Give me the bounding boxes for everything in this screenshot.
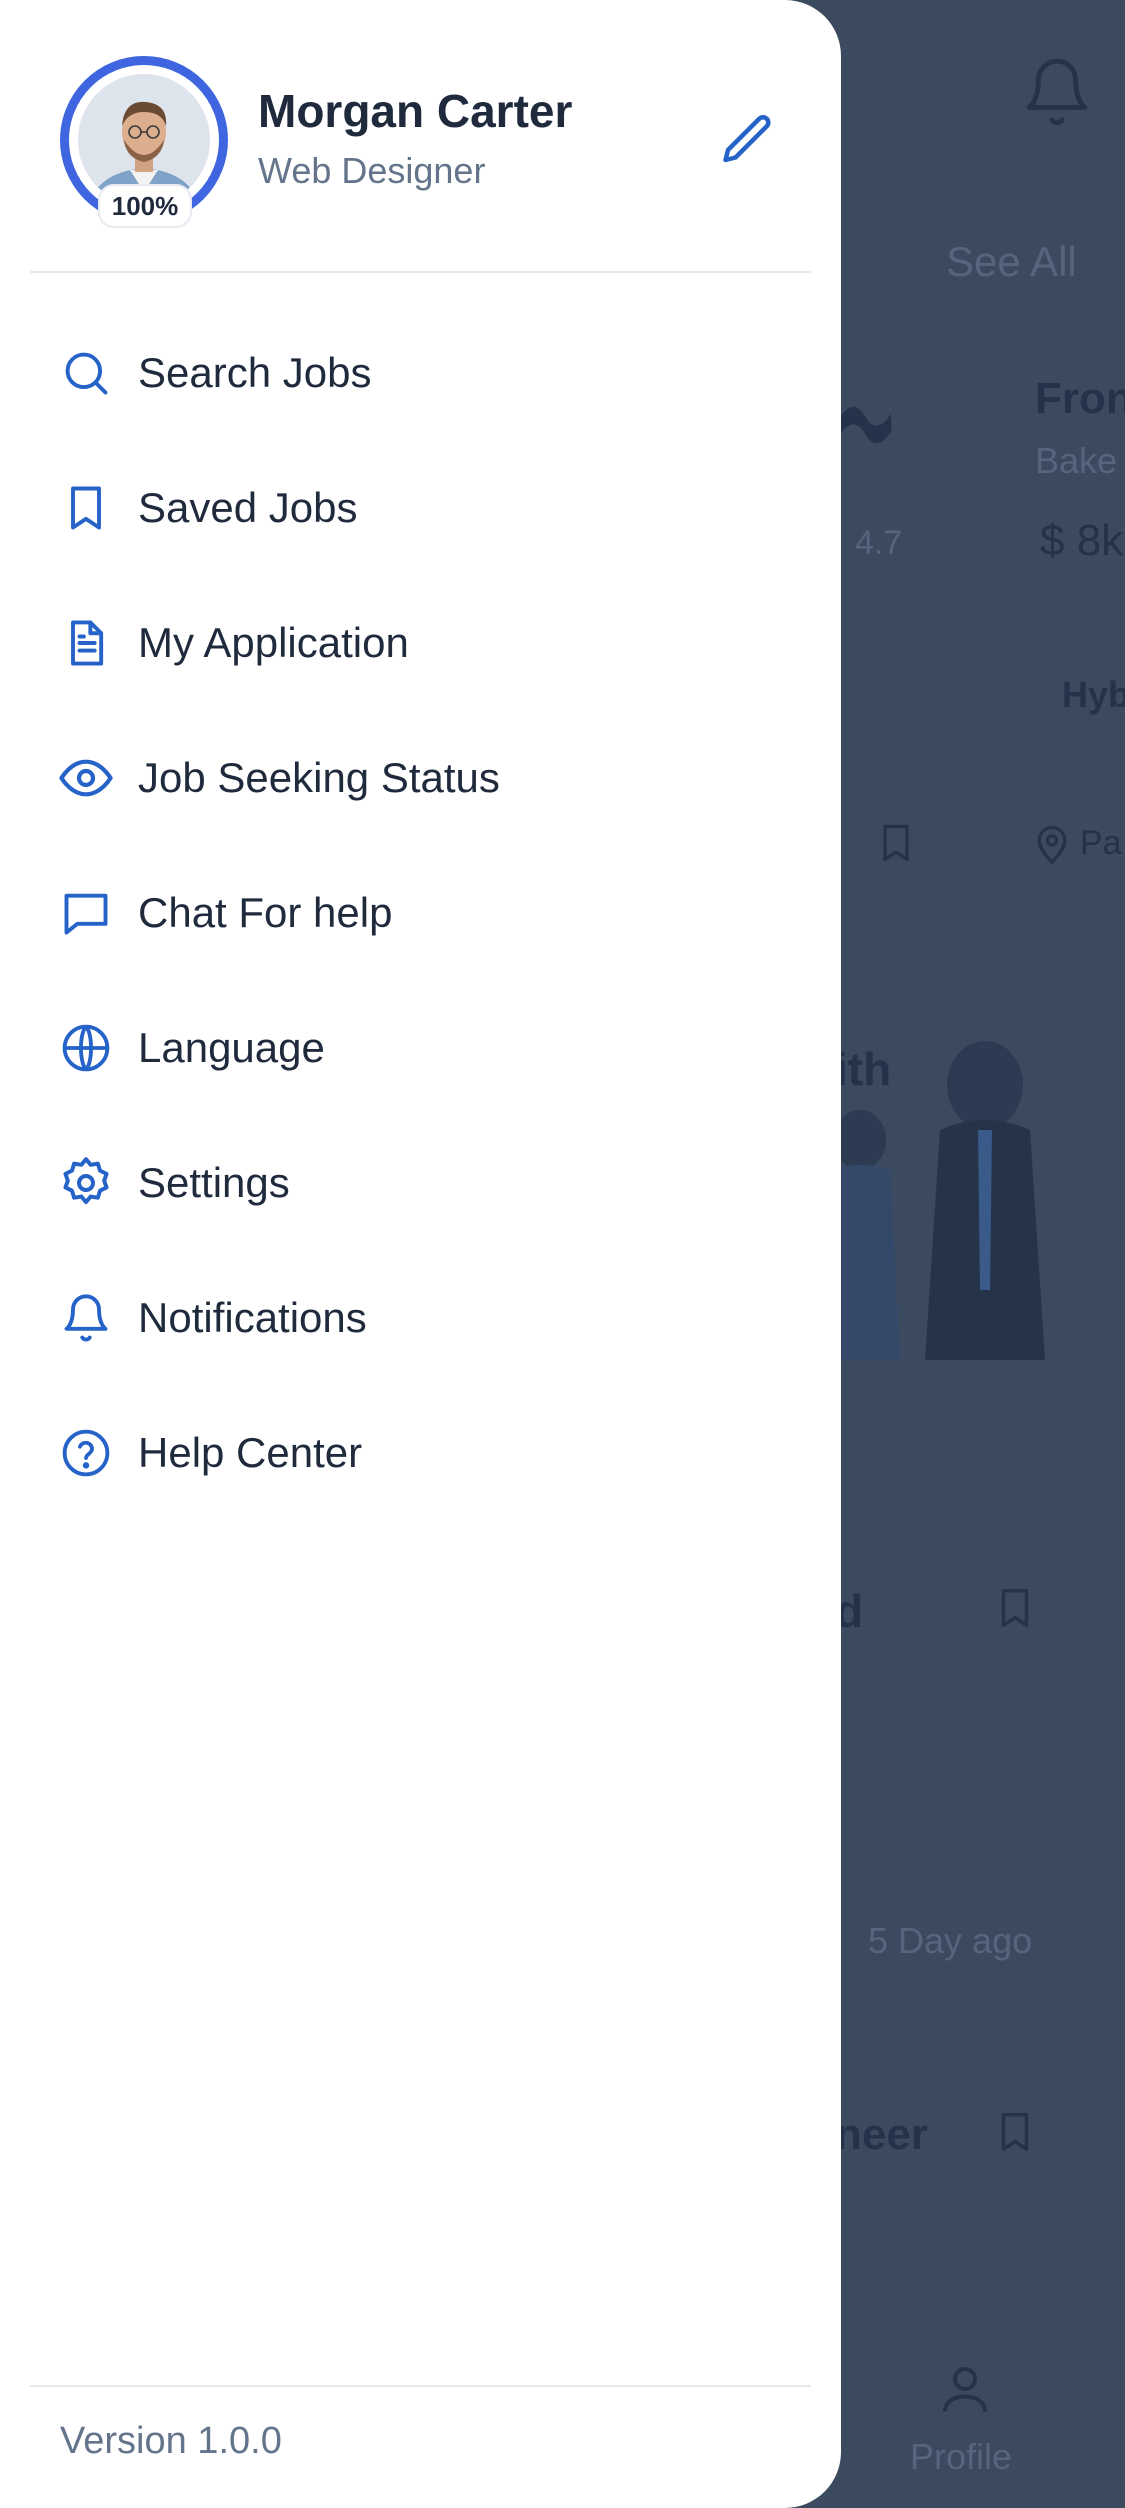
menu-item-label: My Application [138,618,409,666]
document-icon [58,615,114,671]
header-divider [30,271,811,273]
bell-icon [58,1290,114,1346]
nav-profile-label[interactable]: Profile [910,2436,1012,2478]
chat-icon [58,885,114,941]
menu-item-label: Language [138,1023,325,1071]
navigation-drawer: 100% Morgan Carter Web Designer Search J… [0,0,841,2508]
profile-avatar[interactable]: 100% [60,56,228,228]
menu-item-label: Help Center [138,1428,363,1476]
menu-item-label: Settings [138,1158,290,1206]
bookmark-icon[interactable] [874,818,918,868]
menu-item-settings[interactable]: Settings [0,1115,841,1250]
menu-item-language[interactable]: Language [0,980,841,1115]
menu-item-label: Notifications [138,1293,367,1341]
menu-item-chat-for-help[interactable]: Chat For help [0,845,841,980]
see-all-link[interactable]: See All [946,238,1077,286]
menu-item-label: Job Seeking Status [138,753,500,801]
drawer-menu: Search Jobs Saved Jobs My Application Jo… [0,305,841,1520]
bell-icon[interactable] [1020,55,1094,129]
eye-icon [58,750,114,806]
globe-icon [58,1020,114,1076]
location: Pa [1080,824,1122,862]
work-type: Hyb [1062,674,1125,715]
user-role: Web Designer [258,150,486,191]
profile-completion-badge: 100% [98,184,192,228]
menu-item-search-jobs[interactable]: Search Jobs [0,305,841,440]
salary: $ 8k [1040,516,1124,565]
company-name: Bake [1035,440,1118,481]
menu-item-my-application[interactable]: My Application [0,575,841,710]
help-circle-icon [58,1425,114,1481]
footer-divider [30,2385,811,2387]
menu-item-job-seeking-status[interactable]: Job Seeking Status [0,710,841,845]
app-version: Version 1.0.0 [60,2420,282,2462]
menu-item-saved-jobs[interactable]: Saved Jobs [0,440,841,575]
location-pin-icon [1037,825,1067,865]
profile-icon[interactable] [935,2358,995,2420]
rating: 4.7 [855,524,903,562]
menu-item-label: Search Jobs [138,348,372,396]
job-title: Fron [1035,374,1125,423]
bookmark-icon[interactable] [992,2106,1038,2158]
bookmark-icon [58,480,114,536]
edit-profile-button[interactable] [718,110,778,170]
menu-item-label: Chat For help [138,888,393,936]
gear-icon [58,1155,114,1211]
posted-time: 5 Day ago [868,1920,1033,1961]
search-icon [58,345,114,401]
menu-item-label: Saved Jobs [138,483,358,531]
menu-item-help-center[interactable]: Help Center [0,1385,841,1520]
job-title: neer [835,2110,928,2159]
pencil-icon [723,114,771,163]
user-name: Morgan Carter [258,85,573,137]
banner-illustration [830,1041,1045,1360]
bookmark-icon[interactable] [992,1582,1038,1634]
menu-item-notifications[interactable]: Notifications [0,1250,841,1385]
